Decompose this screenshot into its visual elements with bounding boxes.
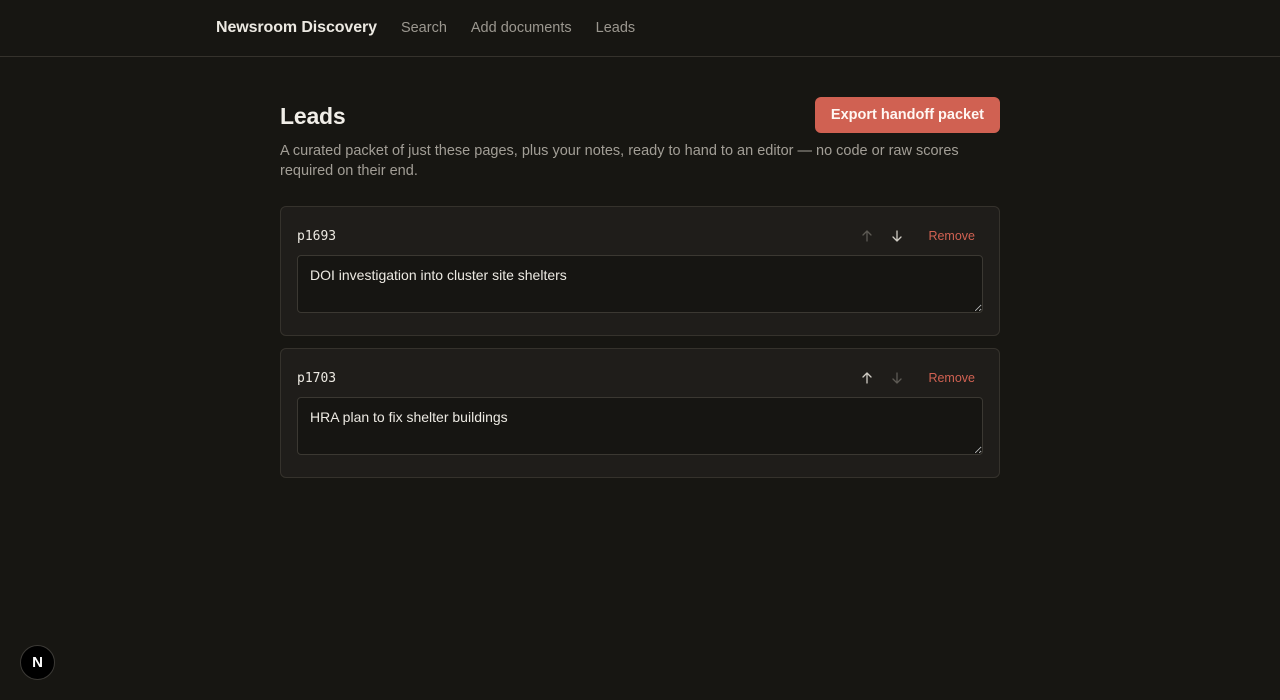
lead-id: p1703 xyxy=(297,370,337,386)
brand-logo-text[interactable]: Newsroom Discovery xyxy=(216,19,377,37)
lead-actions: Remove xyxy=(852,365,983,391)
nav-link-search[interactable]: Search xyxy=(401,20,447,36)
lead-note-field[interactable]: DOI investigation into cluster site shel… xyxy=(297,255,983,313)
lead-card-header: p1693 Remove xyxy=(297,223,983,249)
lead-card-header: p1703 Remove xyxy=(297,365,983,391)
export-handoff-packet-button[interactable]: Export handoff packet xyxy=(814,97,1000,133)
remove-lead-button[interactable]: Remove xyxy=(920,229,983,243)
arrow-up-icon xyxy=(862,372,873,384)
nav-link-add-documents[interactable]: Add documents xyxy=(471,20,572,36)
move-down-button[interactable] xyxy=(882,365,912,391)
leads-list: p1693 Remove DOI investigation into clus… xyxy=(280,206,1000,478)
badge-letter: N xyxy=(32,654,43,671)
lead-card: p1693 Remove DOI investigation into clus… xyxy=(280,206,1000,336)
page-title: Leads xyxy=(280,103,346,129)
lead-actions: Remove xyxy=(852,223,983,249)
move-up-button[interactable] xyxy=(852,365,882,391)
move-down-button[interactable] xyxy=(882,223,912,249)
arrow-down-icon xyxy=(892,230,903,242)
lead-card: p1703 Remove HRA plan to fix shelter bui… xyxy=(280,348,1000,478)
remove-lead-button[interactable]: Remove xyxy=(920,371,983,385)
page-subtitle: A curated packet of just these pages, pl… xyxy=(280,143,959,179)
main-content: Leads Export handoff packet A curated pa… xyxy=(280,57,1000,478)
page-header: Leads Export handoff packet xyxy=(280,97,1000,133)
arrow-up-icon xyxy=(862,230,873,242)
move-up-button[interactable] xyxy=(852,223,882,249)
top-nav: Newsroom Discovery Search Add documents … xyxy=(0,0,1280,57)
nav-link-leads[interactable]: Leads xyxy=(596,20,636,36)
lead-note-field[interactable]: HRA plan to fix shelter buildings xyxy=(297,397,983,455)
nextjs-logo-icon[interactable]: N xyxy=(20,645,55,680)
arrow-down-icon xyxy=(892,372,903,384)
lead-id: p1693 xyxy=(297,228,337,244)
